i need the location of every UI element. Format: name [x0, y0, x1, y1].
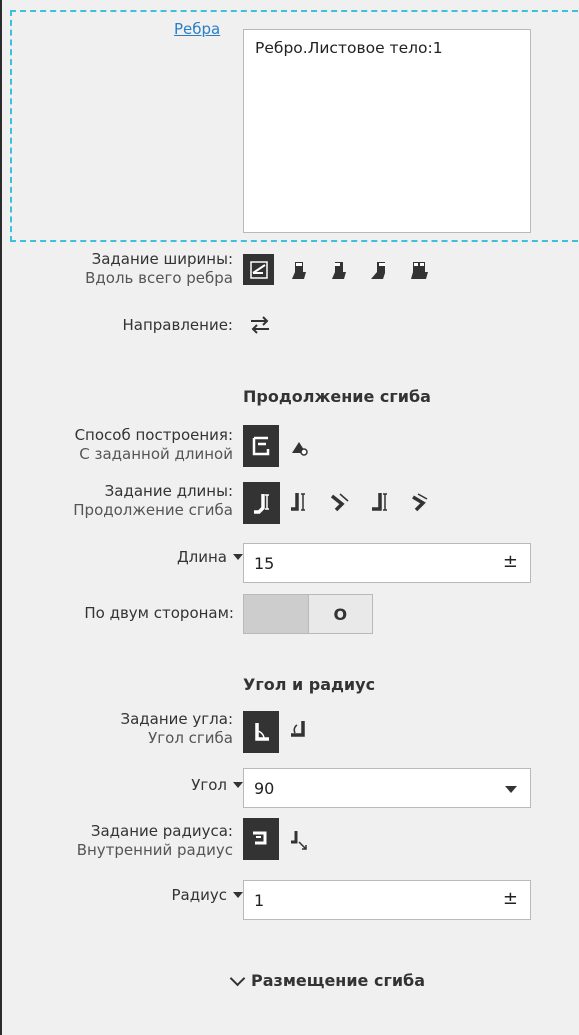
bend-placement-title: Размещение сгиба	[251, 971, 425, 990]
length-label[interactable]: Длина	[177, 548, 243, 566]
plus-minus-icon[interactable]: ±	[503, 888, 518, 909]
width-right-icon[interactable]	[363, 254, 394, 285]
chevron-down-icon[interactable]	[233, 554, 243, 560]
length-spec-label: Задание длины: Продолжение сгиба	[73, 482, 233, 520]
dropdown-arrow-icon[interactable]	[505, 786, 517, 793]
direction-swap-icon[interactable]	[244, 309, 275, 340]
width-spec-label: Задание ширины: Вдоль всего ребра	[85, 250, 233, 288]
angle-spec-value: Угол сгиба	[148, 729, 233, 747]
bend-placement-section[interactable]: Размещение сгиба	[229, 970, 425, 990]
width-spec-title: Задание ширины:	[91, 250, 233, 268]
radius-label-text: Радиус	[171, 886, 227, 904]
radius-value: 1	[254, 890, 265, 910]
edges-list[interactable]: Ребро.Листовое тело:1	[243, 29, 531, 233]
length-value: 15	[254, 553, 275, 573]
outer-radius-icon[interactable]	[283, 824, 314, 855]
direction-label: Направление:	[122, 316, 234, 334]
radius-spec-label: Задание радиуса: Внутренний радиус	[77, 822, 233, 860]
angle-radius-title: Угол и радиус	[243, 675, 376, 694]
width-along-edge-icon[interactable]	[243, 254, 274, 285]
list-item[interactable]: Ребро.Листовое тело:1	[255, 39, 530, 57]
width-spec-value: Вдоль всего ребра	[85, 269, 233, 287]
width-two-sides-icon[interactable]	[403, 254, 434, 285]
to-vertex-icon[interactable]	[283, 431, 314, 462]
edges-link[interactable]: Ребра	[174, 20, 220, 38]
length-inner-icon[interactable]	[323, 486, 354, 517]
chevron-down-icon[interactable]	[233, 782, 243, 788]
angle-select[interactable]: 90	[243, 768, 531, 808]
toggle-off-segment[interactable]	[244, 595, 308, 633]
length-spec-title: Задание длины:	[104, 482, 233, 500]
bend-angle-icon[interactable]	[243, 711, 279, 753]
angle-spec-label: Задание угла: Угол сгиба	[120, 710, 233, 748]
build-method-value: С заданной длиной	[79, 445, 233, 463]
angle-label[interactable]: Угол	[191, 776, 243, 794]
length-label-text: Длина	[176, 548, 227, 566]
radius-spec-value: Внутренний радиус	[76, 841, 233, 859]
length-flat-icon[interactable]	[363, 486, 394, 517]
inner-radius-icon[interactable]	[243, 818, 279, 860]
bend-continuation-title: Продолжение сгиба	[243, 387, 431, 406]
angle-value: 90	[254, 778, 275, 798]
plus-minus-icon[interactable]: ±	[503, 551, 518, 572]
length-spec-value: Продолжение сгиба	[73, 501, 233, 519]
width-centered-icon[interactable]	[283, 254, 314, 285]
build-method-label: Способ построения: С заданной длиной	[75, 426, 233, 464]
toggle-on-segment[interactable]: O	[307, 595, 372, 633]
chevron-down-icon[interactable]	[229, 970, 246, 986]
complementary-angle-icon[interactable]	[283, 714, 314, 745]
length-tangent-icon[interactable]	[403, 486, 434, 517]
build-method-title: Способ построения:	[74, 426, 233, 444]
radius-label[interactable]: Радиус	[172, 886, 243, 904]
radius-spec-title: Задание радиуса:	[90, 822, 233, 840]
chevron-down-icon[interactable]	[233, 892, 243, 898]
width-left-icon[interactable]	[323, 254, 354, 285]
length-input[interactable]: 15 ±	[243, 543, 531, 583]
radius-input[interactable]: 1 ±	[243, 880, 531, 920]
both-sides-label: По двум сторонам:	[84, 604, 234, 622]
angle-label-text: Угол	[191, 776, 227, 794]
bend-properties-panel: Ребра Ребро.Листовое тело:1 Задание шири…	[0, 0, 579, 1035]
length-continuation-icon[interactable]	[243, 482, 280, 524]
length-outer-icon[interactable]	[283, 486, 314, 517]
given-length-icon[interactable]	[243, 425, 279, 467]
both-sides-toggle[interactable]: O	[243, 594, 373, 634]
angle-spec-title: Задание угла:	[120, 710, 233, 728]
